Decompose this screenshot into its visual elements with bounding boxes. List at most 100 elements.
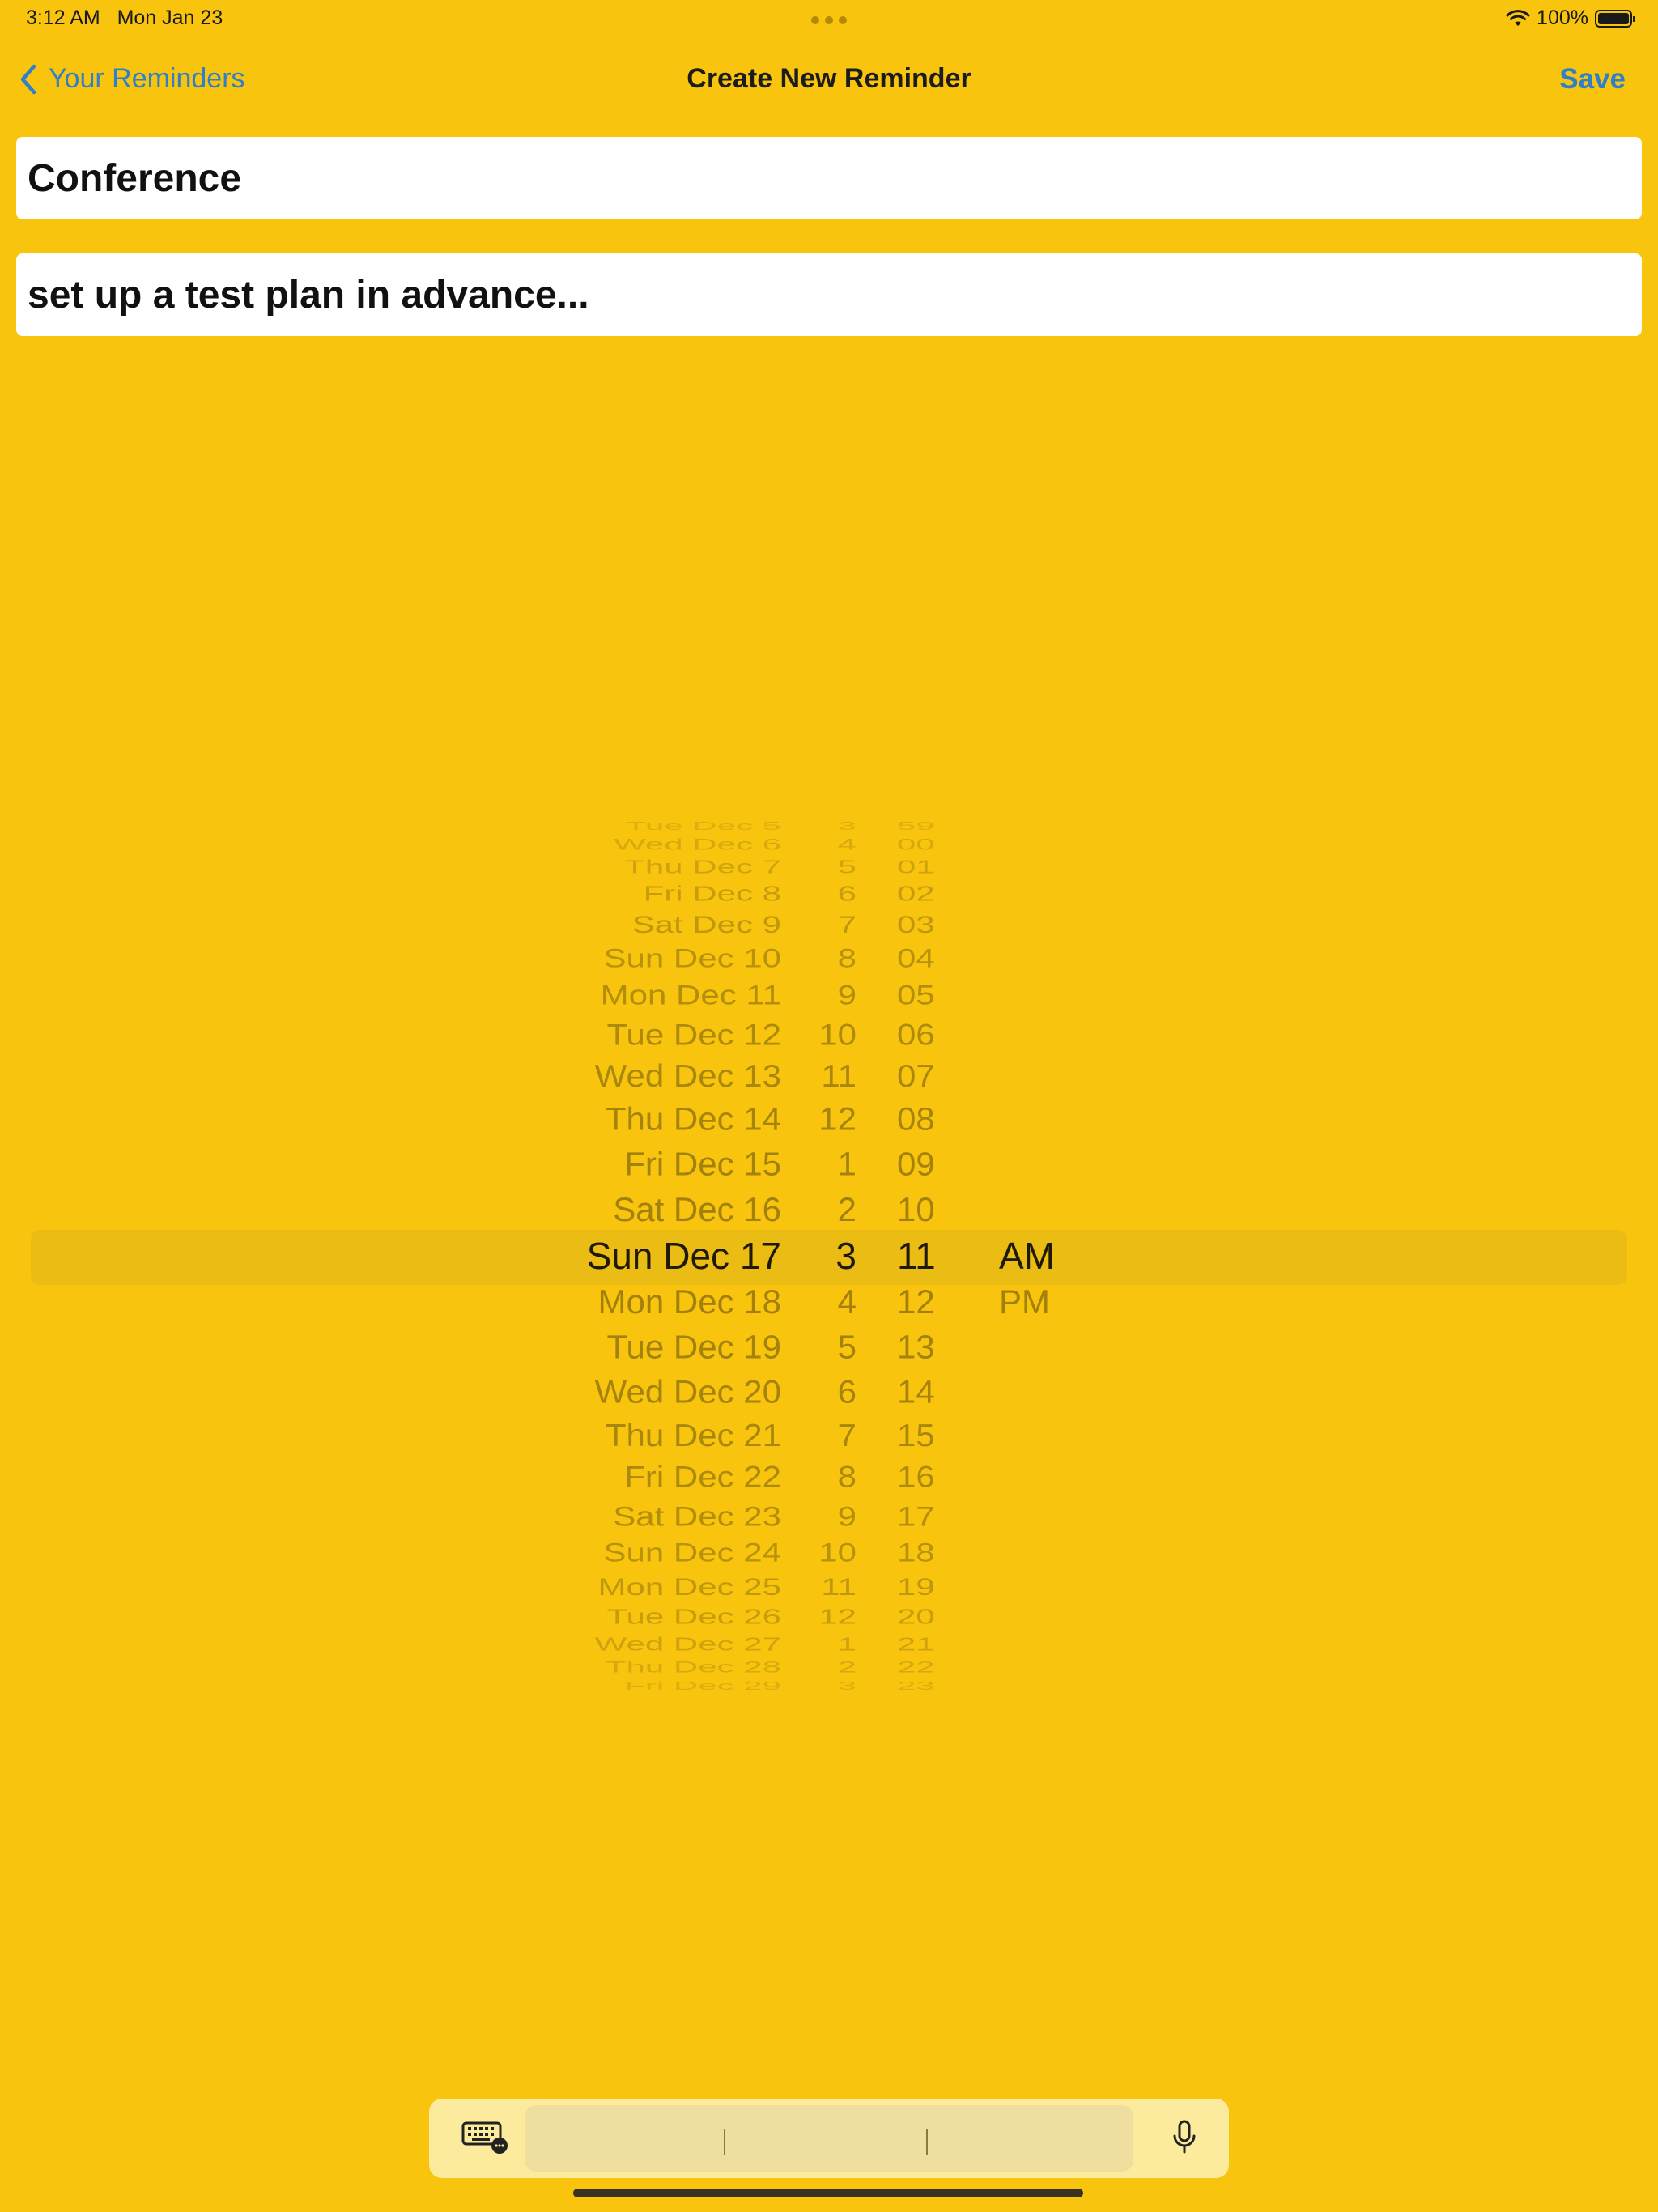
save-button[interactable]: Save bbox=[1559, 63, 1626, 96]
picker-minute-option[interactable]: 18 bbox=[897, 1540, 935, 1566]
picker-hour-option[interactable]: 3 bbox=[835, 1237, 857, 1274]
page-title: Create New Reminder bbox=[687, 63, 971, 94]
picker-minute-option[interactable]: 22 bbox=[897, 1659, 935, 1674]
picker-hour-option[interactable]: 2 bbox=[838, 1193, 857, 1227]
picker-date-option[interactable]: Sat Dec 9 bbox=[632, 912, 781, 936]
picker-date-option[interactable]: Tue Dec 5 bbox=[626, 819, 781, 832]
picker-date-option[interactable]: Fri Dec 22 bbox=[624, 1461, 781, 1492]
picker-minute-option[interactable]: 04 bbox=[897, 945, 935, 972]
picker-hour-option[interactable]: 11 bbox=[821, 1060, 857, 1092]
picker-date-option[interactable]: Wed Dec 6 bbox=[614, 836, 781, 852]
navigation-bar: Your Reminders Create New Reminder Save bbox=[0, 57, 1658, 105]
picker-hour-option[interactable]: 5 bbox=[838, 1330, 857, 1364]
picker-minute-option[interactable]: 14 bbox=[897, 1376, 935, 1408]
picker-minute-option[interactable]: 09 bbox=[897, 1147, 935, 1180]
picker-minute-option[interactable]: 59 bbox=[897, 819, 935, 832]
picker-hour-option[interactable]: 7 bbox=[838, 912, 857, 936]
picker-hour-option[interactable]: 4 bbox=[838, 1284, 857, 1319]
picker-minute-option[interactable]: 01 bbox=[897, 858, 935, 877]
microphone-icon[interactable] bbox=[1172, 2120, 1197, 2159]
picker-date-option[interactable]: Tue Dec 19 bbox=[606, 1330, 781, 1364]
picker-ampm-option[interactable]: AM bbox=[999, 1237, 1055, 1274]
picker-minute-option[interactable]: 00 bbox=[897, 836, 935, 852]
picker-minute-option[interactable]: 08 bbox=[897, 1103, 935, 1135]
picker-hour-option[interactable]: 12 bbox=[818, 1103, 857, 1135]
picker-date-option[interactable]: Fri Dec 15 bbox=[624, 1147, 781, 1180]
picker-minute-option[interactable]: 06 bbox=[897, 1019, 935, 1049]
picker-date-option[interactable]: Fri Dec 8 bbox=[644, 883, 781, 904]
home-indicator[interactable] bbox=[573, 2189, 1083, 2197]
picker-hour-option[interactable]: 10 bbox=[818, 1540, 857, 1566]
picker-hour-option[interactable]: 9 bbox=[838, 1502, 857, 1530]
picker-hour-option[interactable]: 3 bbox=[838, 1679, 857, 1692]
picker-minute-option[interactable]: 10 bbox=[897, 1193, 935, 1227]
suggestion-divider bbox=[926, 2129, 928, 2155]
picker-hour-option[interactable]: 6 bbox=[838, 883, 857, 904]
picker-minute-option[interactable]: 21 bbox=[897, 1635, 935, 1653]
picker-minute-option[interactable]: 15 bbox=[897, 1419, 935, 1452]
picker-date-option[interactable]: Mon Dec 11 bbox=[601, 981, 781, 1010]
picker-date-option[interactable]: Mon Dec 25 bbox=[598, 1575, 781, 1598]
picker-date-option[interactable]: Thu Dec 14 bbox=[606, 1103, 781, 1135]
picker-date-option[interactable]: Mon Dec 18 bbox=[598, 1284, 781, 1319]
picker-minute-option[interactable]: 02 bbox=[897, 883, 935, 904]
picker-minute-option[interactable]: 20 bbox=[897, 1606, 935, 1627]
picker-date-option[interactable]: Sun Dec 10 bbox=[604, 945, 781, 972]
picker-minute-option[interactable]: 13 bbox=[897, 1330, 935, 1364]
picker-hour-option[interactable]: 3 bbox=[838, 819, 857, 832]
hour-wheel[interactable]: 3 4 5 6 7 8 9 10 11 12 1 2 3 4 5 6 7 8 9 10 11 12 1 2 3 bbox=[801, 777, 857, 1733]
picker-hour-option[interactable]: 12 bbox=[818, 1606, 857, 1627]
picker-hour-option[interactable]: 4 bbox=[838, 836, 857, 852]
date-wheel[interactable]: Tue Dec 5 Wed Dec 6 Thu Dec 7 Fri Dec 8 Sat … bbox=[486, 777, 781, 1733]
picker-hour-option[interactable]: 7 bbox=[838, 1419, 857, 1452]
picker-hour-option[interactable]: 6 bbox=[838, 1376, 857, 1408]
predictive-text-bar[interactable] bbox=[525, 2105, 1133, 2172]
picker-date-option[interactable]: Wed Dec 27 bbox=[595, 1635, 781, 1653]
picker-date-option[interactable]: Sat Dec 23 bbox=[613, 1502, 781, 1530]
status-bar-right: 100% bbox=[1506, 6, 1635, 30]
keyboard-icon[interactable] bbox=[461, 2120, 508, 2159]
suggestion-divider bbox=[724, 2129, 725, 2155]
picker-date-option[interactable]: Wed Dec 13 bbox=[595, 1060, 781, 1092]
picker-hour-option[interactable]: 1 bbox=[838, 1147, 857, 1180]
battery-icon bbox=[1595, 9, 1635, 28]
picker-minute-option[interactable]: 07 bbox=[897, 1060, 935, 1092]
picker-date-option[interactable]: Tue Dec 26 bbox=[606, 1606, 781, 1627]
picker-minute-option[interactable]: 19 bbox=[897, 1575, 935, 1598]
ampm-wheel[interactable]: AM PM bbox=[999, 777, 1072, 1733]
picker-date-option[interactable]: Sun Dec 24 bbox=[604, 1540, 781, 1566]
picker-hour-option[interactable]: 9 bbox=[838, 981, 857, 1010]
picker-minute-option[interactable]: 16 bbox=[897, 1461, 935, 1492]
keyboard-shortcut-bar bbox=[429, 2099, 1229, 2178]
wifi-icon bbox=[1506, 9, 1530, 26]
picker-hour-option[interactable]: 8 bbox=[838, 1461, 857, 1492]
picker-minute-option[interactable]: 23 bbox=[897, 1679, 935, 1692]
picker-hour-option[interactable]: 1 bbox=[838, 1635, 857, 1653]
picker-date-option[interactable]: Tue Dec 12 bbox=[606, 1019, 781, 1049]
reminder-notes-field[interactable]: set up a test plan in advance... bbox=[16, 253, 1642, 336]
status-date: Mon Jan 23 bbox=[117, 6, 223, 29]
picker-minute-option[interactable]: 03 bbox=[897, 912, 935, 936]
picker-hour-option[interactable]: 2 bbox=[838, 1659, 857, 1674]
picker-minute-option[interactable]: 17 bbox=[897, 1502, 935, 1530]
picker-minute-option[interactable]: 11 bbox=[897, 1237, 936, 1274]
picker-minute-option[interactable]: 12 bbox=[897, 1284, 935, 1319]
battery-percent: 100% bbox=[1537, 6, 1588, 29]
reminder-title-field[interactable]: Conference bbox=[16, 137, 1642, 219]
picker-date-option[interactable]: Fri Dec 29 bbox=[624, 1679, 781, 1692]
picker-date-option[interactable]: Thu Dec 28 bbox=[606, 1659, 781, 1674]
picker-date-option[interactable]: Thu Dec 21 bbox=[606, 1419, 781, 1452]
picker-hour-option[interactable]: 5 bbox=[838, 858, 857, 877]
picker-date-option[interactable]: Wed Dec 20 bbox=[595, 1376, 781, 1408]
minute-wheel[interactable]: 59 00 01 02 03 04 05 06 07 08 09 10 11 12 13 14 15 16 17 18… bbox=[897, 777, 970, 1733]
picker-ampm-option[interactable]: PM bbox=[999, 1284, 1050, 1319]
picker-hour-option[interactable]: 10 bbox=[818, 1019, 857, 1049]
picker-minute-option[interactable]: 05 bbox=[897, 981, 935, 1010]
picker-date-option[interactable]: Sun Dec 17 bbox=[587, 1237, 781, 1274]
date-time-picker[interactable]: Tue Dec 5 Wed Dec 6 Thu Dec 7 Fri Dec 8 Sat … bbox=[0, 777, 1658, 1733]
picker-hour-option[interactable]: 8 bbox=[838, 945, 857, 972]
picker-hour-option[interactable]: 11 bbox=[821, 1575, 857, 1598]
picker-date-option[interactable]: Sat Dec 16 bbox=[613, 1193, 781, 1227]
picker-date-option[interactable]: Thu Dec 7 bbox=[624, 858, 781, 877]
multitasking-dots-icon[interactable] bbox=[811, 16, 847, 24]
